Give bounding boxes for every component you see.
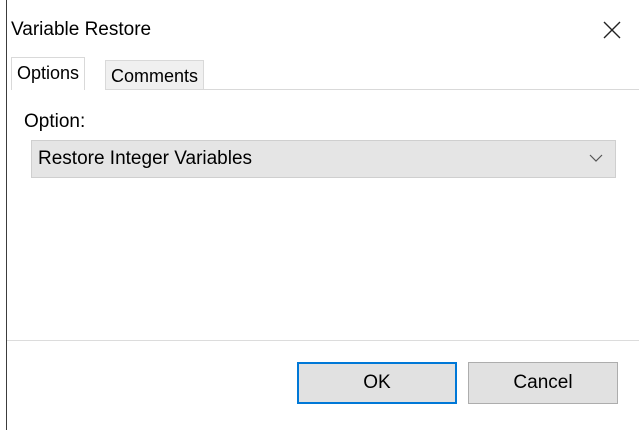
option-label: Option: <box>24 111 86 132</box>
chevron-down-icon <box>589 154 603 162</box>
option-select-value: Restore Integer Variables <box>38 148 253 169</box>
ok-button-label: OK <box>363 372 391 393</box>
tab-divider <box>105 89 639 90</box>
title-bar: Variable Restore <box>7 0 639 60</box>
footer-divider <box>7 340 639 341</box>
tab-comments[interactable]: Comments <box>105 60 205 90</box>
window-title: Variable Restore <box>11 19 152 40</box>
tab-options-label: Options <box>17 63 80 83</box>
close-icon <box>603 21 621 39</box>
close-button[interactable] <box>594 14 630 46</box>
tab-options[interactable]: Options <box>11 57 86 90</box>
tab-comments-label: Comments <box>111 66 199 86</box>
ok-button[interactable]: OK <box>297 362 457 404</box>
tab-strip: Options Comments <box>7 57 639 90</box>
option-select[interactable]: Restore Integer Variables <box>31 140 616 178</box>
variable-restore-dialog: Variable Restore Options Comments Option… <box>6 0 639 430</box>
cancel-button-label: Cancel <box>513 372 573 393</box>
cancel-button[interactable]: Cancel <box>468 362 618 404</box>
